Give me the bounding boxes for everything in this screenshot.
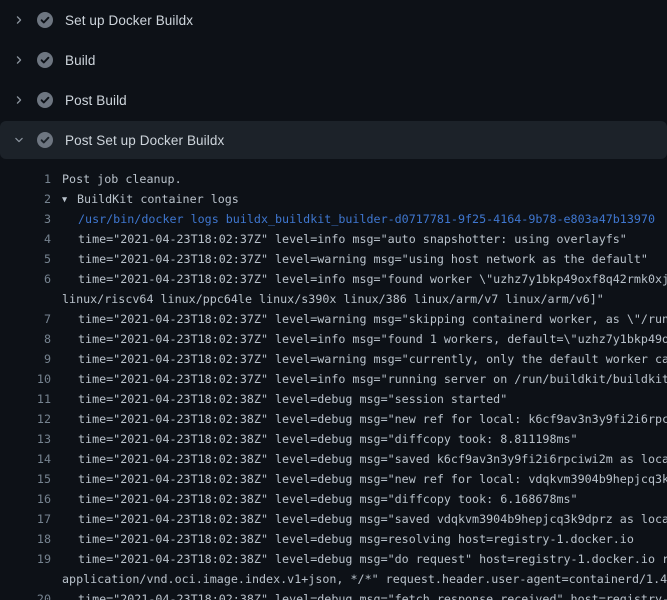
log-line-number[interactable]: 19 — [0, 549, 51, 569]
step-title: Post Build — [65, 93, 127, 108]
log-line-text: time="2021-04-23T18:02:37Z" level=warnin… — [62, 309, 667, 329]
log-line: 6 time="2021-04-23T18:02:37Z" level=info … — [0, 269, 667, 289]
log-line: 15 time="2021-04-23T18:02:38Z" level=debu… — [0, 469, 667, 489]
log-line-text: time="2021-04-23T18:02:38Z" level=debug … — [62, 529, 667, 549]
log-line-number[interactable]: 5 — [0, 249, 51, 269]
log-line-number[interactable]: 10 — [0, 369, 51, 389]
log-line-text: time="2021-04-23T18:02:37Z" level=info m… — [62, 329, 667, 349]
log-line-text: time="2021-04-23T18:02:38Z" level=debug … — [62, 389, 667, 409]
chevron-right-icon[interactable] — [14, 95, 24, 105]
log-line-text: linux/riscv64 linux/ppc64le linux/s390x … — [62, 289, 667, 309]
log-container: 1 Post job cleanup. 2 ▼BuildKit container l… — [0, 169, 667, 600]
step-header-set-up-docker-buildx[interactable]: Set up Docker Buildx — [0, 0, 667, 40]
log-line: 10 time="2021-04-23T18:02:37Z" level=info… — [0, 369, 667, 389]
log-line-number[interactable]: 16 — [0, 489, 51, 509]
check-circle-icon — [37, 92, 53, 108]
log-line-number[interactable]: 12 — [0, 409, 51, 429]
log-line-number — [0, 289, 51, 309]
log-line-number[interactable]: 14 — [0, 449, 51, 469]
log-line: 18 time="2021-04-23T18:02:38Z" level=debu… — [0, 529, 667, 549]
log-line-text: time="2021-04-23T18:02:37Z" level=info m… — [62, 369, 667, 389]
log-line-text: time="2021-04-23T18:02:37Z" level=warnin… — [62, 249, 667, 269]
log-line-number[interactable]: 13 — [0, 429, 51, 449]
log-line-text: time="2021-04-23T18:02:38Z" level=debug … — [62, 469, 667, 489]
log-line: application/vnd.oci.image.index.v1+json,… — [0, 569, 667, 589]
step-title: Post Set up Docker Buildx — [65, 133, 224, 148]
log-line: 4 time="2021-04-23T18:02:37Z" level=info … — [0, 229, 667, 249]
log-line: 3/usr/bin/docker logs buildx_buildkit_bu… — [0, 209, 667, 229]
log-line-number[interactable]: 11 — [0, 389, 51, 409]
log-line-number[interactable]: 15 — [0, 469, 51, 489]
log-line-text: time="2021-04-23T18:02:38Z" level=debug … — [62, 589, 667, 600]
group-toggle-icon[interactable]: ▼ — [62, 190, 77, 209]
group-title: BuildKit container logs — [77, 192, 239, 206]
workflow-log-viewer: Set up Docker Buildx Build Post Build — [0, 0, 667, 600]
log-line: 20 time="2021-04-23T18:02:38Z" level=debu… — [0, 589, 667, 600]
log-line: 13 time="2021-04-23T18:02:38Z" level=debu… — [0, 429, 667, 449]
log-line-text: time="2021-04-23T18:02:38Z" level=debug … — [62, 409, 667, 429]
log-line-text: time="2021-04-23T18:02:37Z" level=warnin… — [62, 349, 667, 369]
log-line: 14 time="2021-04-23T18:02:38Z" level=debu… — [0, 449, 667, 469]
check-circle-icon — [37, 12, 53, 28]
check-circle-icon — [37, 52, 53, 68]
step-header-post-build[interactable]: Post Build — [0, 80, 667, 120]
log-line-number — [0, 569, 51, 589]
log-line: 17 time="2021-04-23T18:02:38Z" level=debu… — [0, 509, 667, 529]
log-line-text: time="2021-04-23T18:02:38Z" level=debug … — [62, 449, 667, 469]
chevron-down-icon[interactable] — [14, 135, 24, 145]
check-circle-icon — [37, 132, 53, 148]
log-line: linux/riscv64 linux/ppc64le linux/s390x … — [0, 289, 667, 309]
log-line-number[interactable]: 6 — [0, 269, 51, 289]
log-line-number[interactable]: 9 — [0, 349, 51, 369]
chevron-right-icon[interactable] — [14, 55, 24, 65]
chevron-right-icon[interactable] — [14, 15, 24, 25]
steps-list: Set up Docker Buildx Build Post Build — [0, 0, 667, 159]
log-line: 8 time="2021-04-23T18:02:37Z" level=info … — [0, 329, 667, 349]
step-header-post-set-up-docker-buildx[interactable]: Post Set up Docker Buildx — [0, 121, 667, 159]
step-title: Set up Docker Buildx — [65, 13, 193, 28]
log-line-text: time="2021-04-23T18:02:37Z" level=info m… — [62, 229, 667, 249]
log-line-number[interactable]: 20 — [0, 589, 51, 600]
log-line: 7 time="2021-04-23T18:02:37Z" level=warni… — [0, 309, 667, 329]
log-command-text: /usr/bin/docker logs buildx_buildkit_bui… — [62, 209, 667, 229]
log-line: 9 time="2021-04-23T18:02:37Z" level=warni… — [0, 349, 667, 369]
log-line-number[interactable]: 3 — [0, 209, 51, 229]
log-line: 19 time="2021-04-23T18:02:38Z" level=debu… — [0, 549, 667, 569]
log-line-number[interactable]: 1 — [0, 169, 51, 189]
log-line-text: Post job cleanup. — [62, 169, 667, 189]
log-line-number[interactable]: 18 — [0, 529, 51, 549]
step-title: Build — [65, 53, 96, 68]
log-line-number[interactable]: 4 — [0, 229, 51, 249]
log-line: 11 time="2021-04-23T18:02:38Z" level=debu… — [0, 389, 667, 409]
log-line: 2 ▼BuildKit container logs — [0, 189, 667, 209]
log-line-number[interactable]: 2 — [0, 189, 51, 209]
log-line-text: ▼BuildKit container logs — [62, 189, 667, 209]
log-line-text: time="2021-04-23T18:02:38Z" level=debug … — [62, 549, 667, 569]
log-line-text: time="2021-04-23T18:02:38Z" level=debug … — [62, 489, 667, 509]
log-line: 1 Post job cleanup. — [0, 169, 667, 189]
log-line: 5 time="2021-04-23T18:02:37Z" level=warni… — [0, 249, 667, 269]
log-line-number[interactable]: 7 — [0, 309, 51, 329]
log-line-text: time="2021-04-23T18:02:38Z" level=debug … — [62, 429, 667, 449]
log-line-number[interactable]: 8 — [0, 329, 51, 349]
log-line-text: time="2021-04-23T18:02:37Z" level=info m… — [62, 269, 667, 289]
step-header-build[interactable]: Build — [0, 40, 667, 80]
log-line-text: application/vnd.oci.image.index.v1+json,… — [62, 569, 667, 589]
log-line: 12 time="2021-04-23T18:02:38Z" level=debu… — [0, 409, 667, 429]
log-line-number[interactable]: 17 — [0, 509, 51, 529]
log-line: 16 time="2021-04-23T18:02:38Z" level=debu… — [0, 489, 667, 509]
log-line-text: time="2021-04-23T18:02:38Z" level=debug … — [62, 509, 667, 529]
